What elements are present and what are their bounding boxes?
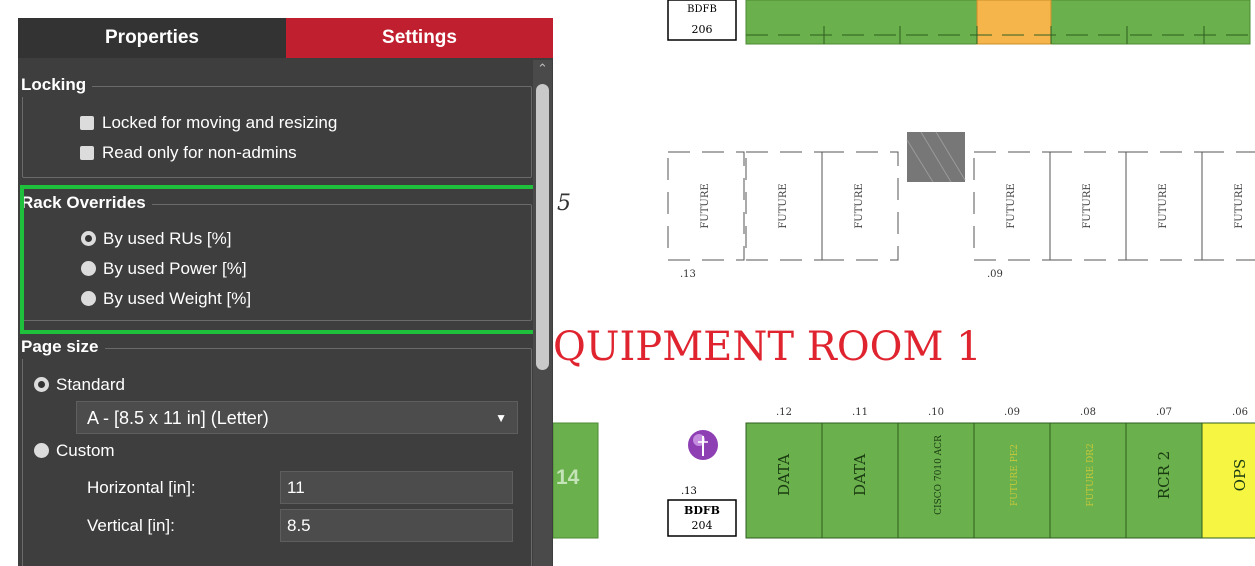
radio-power[interactable] xyxy=(81,261,96,276)
top-bdfb-number: 206 xyxy=(692,23,713,36)
bdfb-number: 204 xyxy=(692,519,713,532)
radio-custom[interactable] xyxy=(34,443,49,458)
read-only-checkbox-row[interactable]: Read only for non-admins xyxy=(80,142,297,164)
equipment-rack-row: DATA .12 DATA .11 CISCO 7010 ACR .10 FUTURE PE… xyxy=(745,407,1255,539)
horizontal-input[interactable]: 11 xyxy=(280,471,513,504)
read-only-label: Read only for non-admins xyxy=(102,143,297,162)
equipment-rack[interactable]: CISCO 7010 ACR xyxy=(897,422,975,539)
equipment-rack[interactable]: DATA xyxy=(821,422,899,539)
standard-radio-row[interactable]: Standard xyxy=(34,374,125,396)
locked-moving-checkbox[interactable] xyxy=(80,116,94,130)
future-rack-label: FUTURE xyxy=(1158,183,1169,228)
rack-number: .12 xyxy=(776,407,792,418)
radio-weight[interactable] xyxy=(81,291,96,306)
future-rack-label: FUTURE xyxy=(778,183,789,228)
tab-properties[interactable]: Properties xyxy=(18,18,286,58)
future-rack[interactable] xyxy=(1201,151,1255,261)
equipment-rack[interactable]: DATA xyxy=(745,422,823,539)
rack-option-power[interactable]: By used Power [%] xyxy=(81,258,247,280)
top-rack-row xyxy=(745,0,1251,45)
rack-option-rus-label: By used RUs [%] xyxy=(103,229,232,248)
scroll-thumb[interactable] xyxy=(536,84,549,370)
equipment-rack[interactable]: FUTURE PE2 xyxy=(973,422,1051,539)
future-rack-label: FUTURE xyxy=(1234,183,1245,228)
read-only-checkbox[interactable] xyxy=(80,146,94,160)
equipment-rack[interactable]: FUTURE DR2 xyxy=(1049,422,1127,539)
bdfb-tag: .13 xyxy=(681,486,697,497)
equipment-rack[interactable]: RCR 2 xyxy=(1125,422,1203,539)
future-rack-label: FUTURE xyxy=(854,183,865,228)
page-size-title: Page size xyxy=(21,335,105,359)
chevron-down-icon: ▼ xyxy=(495,411,507,425)
scroll-up-arrow-icon[interactable]: ⌃ xyxy=(533,60,552,78)
future-rack-label: FUTURE xyxy=(1082,183,1093,228)
rack-number: .07 xyxy=(1156,407,1172,418)
future-row-tag-right: .09 xyxy=(987,269,1003,280)
future-rack-label: FUTURE xyxy=(700,183,711,228)
equipment-rack-label: FUTURE DR2 xyxy=(1086,443,1096,506)
equipment-rack[interactable]: OPS xyxy=(1201,422,1255,539)
floor-plan: BDFB 206 5 FUTURE FUTURE FUTURE FUTURE FUTUR… xyxy=(553,0,1255,566)
equipment-rack-label: FUTURE PE2 xyxy=(1010,444,1020,506)
grey-block xyxy=(906,131,966,183)
top-bdfb-partial-label: BDFB xyxy=(687,4,717,15)
vertical-label: Vertical [in]: xyxy=(87,516,175,535)
equipment-rack-label: OPS xyxy=(1231,459,1249,492)
vertical-input[interactable]: 8.5 xyxy=(280,509,513,542)
future-row-tag-left: .13 xyxy=(680,269,696,280)
left-green-number: 14 xyxy=(556,466,580,489)
radio-standard[interactable] xyxy=(34,377,49,392)
page-size-select-value: A - [8.5 x 11 in] (Letter) xyxy=(87,408,269,428)
top-rack-orange xyxy=(976,0,1052,45)
rack-number: .06 xyxy=(1232,407,1248,418)
custom-radio-row[interactable]: Custom xyxy=(34,440,115,462)
standard-label: Standard xyxy=(56,375,125,394)
room-title: QUIPMENT ROOM 1 xyxy=(553,324,982,370)
rack-option-rus[interactable]: By used RUs [%] xyxy=(81,228,232,250)
rack-number: .10 xyxy=(928,407,944,418)
rack-number: .08 xyxy=(1080,407,1096,418)
rack-option-weight-label: By used Weight [%] xyxy=(103,289,252,308)
rack-option-power-label: By used Power [%] xyxy=(103,259,247,278)
locked-moving-checkbox-row[interactable]: Locked for moving and resizing xyxy=(80,112,337,134)
locking-title: Locking xyxy=(21,73,93,97)
horizontal-label: Horizontal [in]: xyxy=(87,478,196,497)
equipment-rack-label: CISCO 7010 ACR xyxy=(934,435,944,515)
rack-number: .11 xyxy=(852,407,868,418)
rack-option-weight[interactable]: By used Weight [%] xyxy=(81,288,251,310)
power-outlet-icon[interactable] xyxy=(688,430,718,460)
panel-scrollbar[interactable]: ⌃ xyxy=(533,60,552,566)
tab-settings[interactable]: Settings xyxy=(286,18,553,58)
locked-moving-label: Locked for moving and resizing xyxy=(102,113,338,132)
page-size-select[interactable]: A - [8.5 x 11 in] (Letter) ▼ xyxy=(76,401,518,434)
floor-plan-canvas: BDFB 206 5 FUTURE FUTURE FUTURE FUTURE FUTUR… xyxy=(553,0,1255,539)
future-rack-label: FUTURE xyxy=(1006,183,1017,228)
equipment-rack-label: DATA xyxy=(775,454,793,496)
bdfb-label: BDFB xyxy=(684,504,720,517)
radio-rus[interactable] xyxy=(81,231,96,246)
properties-panel: Properties Settings Locking Locked for m… xyxy=(18,18,553,566)
custom-label: Custom xyxy=(56,441,115,460)
equipment-rack-label: DATA xyxy=(851,454,869,496)
equipment-rack-label: RCR 2 xyxy=(1155,451,1173,499)
top-bdfb-box: BDFB 206 xyxy=(667,0,737,41)
row-number-5: 5 xyxy=(557,191,571,216)
rack-number: .09 xyxy=(1004,407,1020,418)
